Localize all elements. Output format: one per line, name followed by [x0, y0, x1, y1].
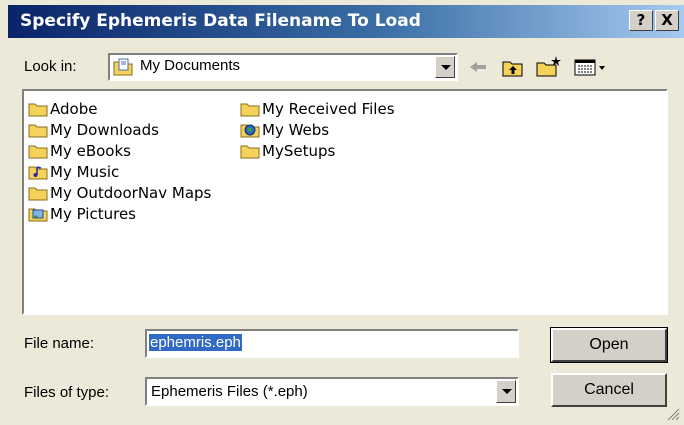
folder-icon [240, 101, 262, 117]
list-item-label: My Downloads [50, 121, 159, 139]
cancel-button[interactable]: Cancel [551, 373, 667, 407]
my-documents-icon [113, 58, 133, 76]
open-file-dialog: Specify Ephemeris Data Filename To Load … [0, 0, 684, 425]
file-name-value: ephemris.eph [149, 334, 242, 351]
help-button[interactable]: ? [629, 10, 653, 31]
look-in-dropdown-arrow[interactable] [435, 56, 455, 78]
list-item-label: My OutdoorNav Maps [50, 184, 212, 202]
look-in-value: My Documents [140, 57, 241, 74]
webs-folder-icon [240, 122, 262, 138]
new-folder-icon [536, 55, 562, 81]
look-in-label: Look in: [24, 58, 77, 75]
list-item-label: Adobe [50, 100, 98, 118]
title-bar[interactable]: Specify Ephemeris Data Filename To Load … [8, 5, 684, 38]
folder-icon [28, 185, 50, 201]
file-list[interactable]: Adobe My Downloads My eBooks My Music My… [22, 89, 668, 315]
file-name-label: File name: [24, 335, 95, 352]
files-of-type-dropdown-arrow[interactable] [496, 380, 516, 403]
up-folder-icon [502, 57, 524, 81]
music-folder-icon [28, 164, 50, 180]
close-button[interactable]: X [655, 10, 679, 31]
files-of-type-combo[interactable]: Ephemeris Files (*.eph) [145, 377, 519, 406]
back-arrow-icon [468, 59, 488, 79]
list-item-label: My Music [50, 163, 120, 181]
view-menu-icon [574, 57, 610, 81]
open-button[interactable]: Open [550, 327, 668, 363]
files-of-type-label: Files of type: [24, 384, 110, 401]
look-in-combo[interactable]: My Documents [108, 53, 458, 81]
resize-grip-icon[interactable] [666, 407, 680, 421]
back-button[interactable] [466, 55, 490, 79]
folder-icon [240, 143, 262, 159]
view-menu-button[interactable] [572, 55, 612, 79]
list-item-label: MySetups [262, 142, 336, 160]
list-item-label: My eBooks [50, 142, 131, 160]
files-of-type-value: Ephemeris Files (*.eph) [151, 383, 308, 400]
dialog-title: Specify Ephemeris Data Filename To Load [20, 11, 421, 31]
list-item-label: My Received Files [262, 100, 395, 118]
new-folder-button[interactable] [534, 55, 564, 79]
pictures-folder-icon [28, 206, 50, 222]
up-folder-button[interactable] [500, 55, 526, 79]
list-item-label: My Pictures [50, 205, 136, 223]
folder-icon [28, 101, 50, 117]
file-name-input[interactable]: ephemris.eph [145, 329, 519, 358]
folder-icon [28, 122, 50, 138]
folder-icon [28, 143, 50, 159]
list-item-label: My Webs [262, 121, 330, 139]
